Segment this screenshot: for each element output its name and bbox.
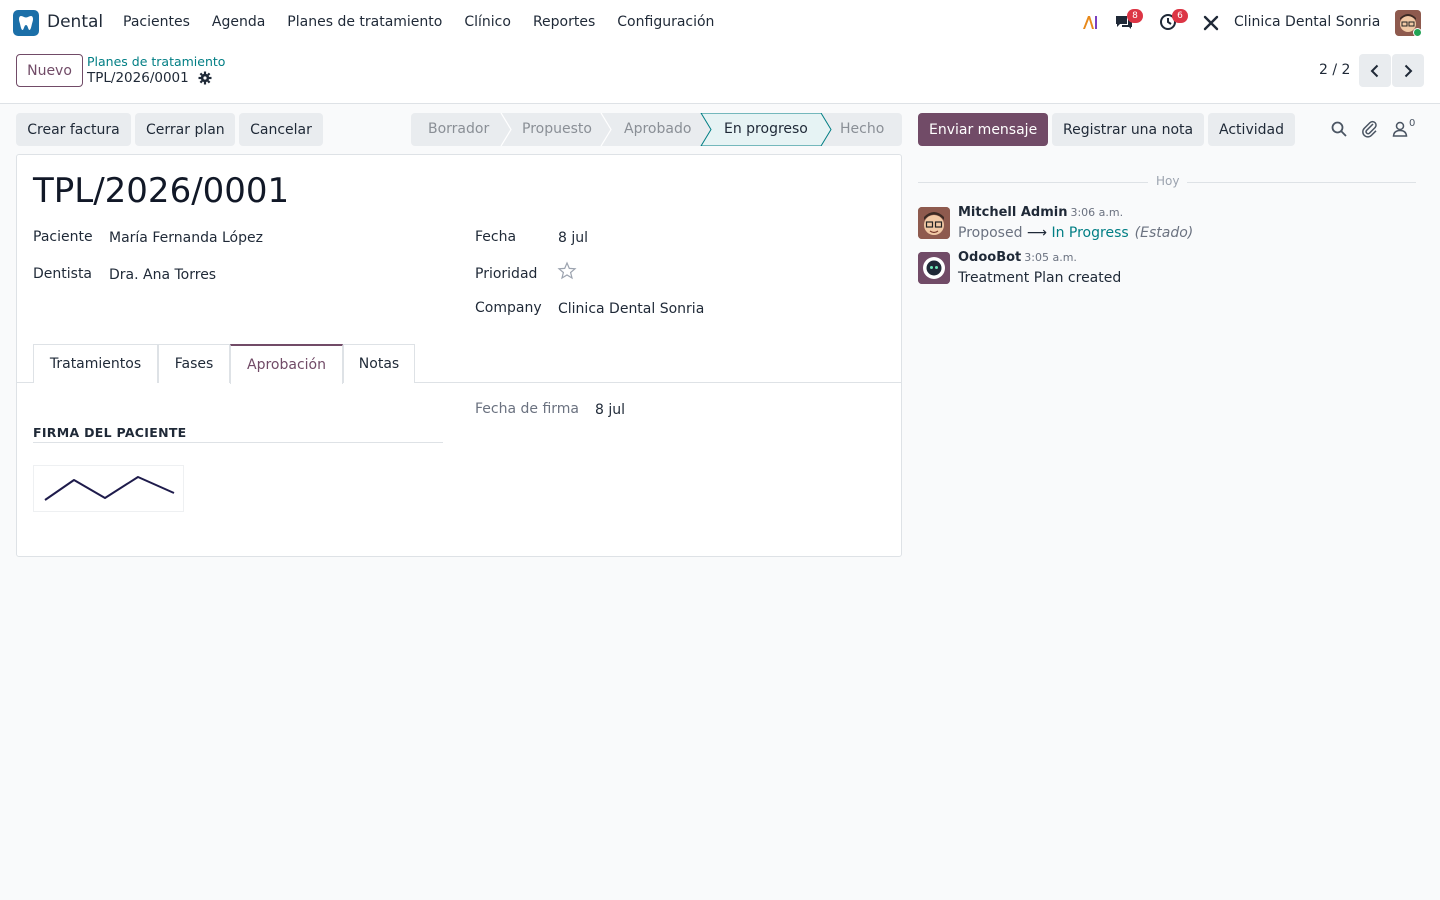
- company-field[interactable]: Clinica Dental Sonria: [558, 301, 704, 317]
- send-message-button[interactable]: Enviar mensaje: [918, 113, 1048, 146]
- message-author[interactable]: OdooBot 3:05 a.m.: [958, 250, 1077, 265]
- pager-value[interactable]: 2 / 2: [1319, 62, 1350, 78]
- breadcrumb-parent[interactable]: Planes de tratamiento: [87, 54, 225, 69]
- dentist-field[interactable]: Dra. Ana Torres: [109, 267, 216, 283]
- stage-hecho[interactable]: Hecho: [840, 113, 884, 146]
- create-invoice-button[interactable]: Crear factura: [16, 113, 131, 146]
- chat-icon[interactable]: 8: [1114, 9, 1143, 36]
- tools-icon[interactable]: [1202, 14, 1220, 36]
- main-menu: Pacientes Agenda Planes de tratamiento C…: [123, 14, 736, 30]
- pager-next-button[interactable]: [1392, 54, 1424, 87]
- search-icon[interactable]: [1330, 120, 1348, 142]
- stage-propuesto[interactable]: Propuesto: [522, 113, 592, 146]
- date-field[interactable]: 8 jul: [558, 230, 588, 246]
- followers-count: 0: [1409, 118, 1416, 129]
- activity-button[interactable]: Actividad: [1208, 113, 1295, 146]
- pager-previous-button[interactable]: [1359, 54, 1391, 87]
- tab-aprobacion[interactable]: Aprobación: [230, 344, 343, 384]
- signature-date-field[interactable]: 8 jul: [595, 402, 625, 418]
- top-navbar: Dental Pacientes Agenda Planes de tratam…: [0, 0, 1440, 46]
- chevron-left-icon: [1370, 64, 1379, 77]
- tracking-message: Proposed ⟶ In Progress (Estado): [958, 225, 1193, 241]
- tracking-arrow-icon: ⟶: [1026, 225, 1047, 241]
- control-panel: Nuevo Planes de tratamiento TPL/2026/000…: [0, 46, 1440, 104]
- breadcrumb-current: TPL/2026/0001: [87, 70, 189, 86]
- message-time: 3:06 a.m.: [1070, 206, 1124, 219]
- message-time: 3:05 a.m.: [1024, 251, 1077, 264]
- menu-item-pacientes[interactable]: Pacientes: [123, 14, 190, 30]
- menu-item-clinico[interactable]: Clínico: [464, 14, 511, 30]
- patient-signature[interactable]: [33, 465, 184, 512]
- followers-icon[interactable]: [1392, 120, 1408, 142]
- paperclip-icon[interactable]: [1361, 120, 1379, 142]
- status-bar: Borrador Propuesto Aprobado En progreso …: [411, 113, 902, 146]
- message-avatar[interactable]: [918, 207, 950, 239]
- stage-aprobado[interactable]: Aprobado: [624, 113, 691, 146]
- menu-item-agenda[interactable]: Agenda: [212, 14, 265, 30]
- tooth-icon[interactable]: [13, 10, 39, 36]
- signature-section-title: FIRMA DEL PACIENTE: [33, 425, 187, 440]
- signature-date-label: Fecha de firma: [475, 401, 579, 417]
- message-body: Treatment Plan created: [958, 270, 1122, 286]
- online-status-dot: [1413, 28, 1422, 37]
- app-name[interactable]: Dental: [47, 12, 103, 32]
- menu-item-reportes[interactable]: Reportes: [533, 14, 595, 30]
- patient-label: Paciente: [33, 229, 93, 245]
- tab-fases[interactable]: Fases: [158, 344, 230, 383]
- patient-field[interactable]: María Fernanda López: [109, 230, 263, 246]
- form-sheet: TPL/2026/0001 Paciente María Fernanda Ló…: [16, 154, 902, 557]
- tracking-field-name: (Estado): [1134, 225, 1194, 241]
- stage-en-progreso[interactable]: En progreso: [724, 113, 808, 146]
- activity-clock-icon[interactable]: 6: [1159, 9, 1188, 36]
- activities-badge: 6: [1172, 9, 1188, 23]
- message-author[interactable]: Mitchell Admin 3:06 a.m.: [958, 205, 1123, 220]
- tracking-new-value: In Progress: [1051, 225, 1129, 241]
- ai-icon[interactable]: [1081, 12, 1101, 36]
- today-label: Hoy: [1148, 174, 1188, 188]
- company-switcher[interactable]: Clinica Dental Sonria: [1234, 14, 1380, 30]
- tab-tratamientos[interactable]: Tratamientos: [33, 344, 158, 383]
- tracking-old-value: Proposed: [958, 225, 1023, 241]
- menu-item-planes[interactable]: Planes de tratamiento: [287, 14, 442, 30]
- signature-section-divider: [33, 442, 443, 443]
- chevron-right-icon: [1404, 64, 1413, 77]
- gear-icon[interactable]: [198, 71, 212, 85]
- new-button[interactable]: Nuevo: [16, 54, 83, 87]
- record-title: TPL/2026/0001: [33, 171, 290, 211]
- priority-star-icon[interactable]: [557, 261, 577, 285]
- date-label: Fecha: [475, 229, 517, 245]
- dentist-label: Dentista: [33, 266, 93, 282]
- log-note-button[interactable]: Registrar una nota: [1052, 113, 1204, 146]
- stage-borrador[interactable]: Borrador: [428, 113, 489, 146]
- company-label: Company: [475, 300, 542, 316]
- message-author-name[interactable]: Mitchell Admin: [958, 205, 1067, 220]
- messages-badge: 8: [1127, 9, 1143, 23]
- close-plan-button[interactable]: Cerrar plan: [135, 113, 235, 146]
- priority-label: Prioridad: [475, 266, 538, 282]
- cancel-button[interactable]: Cancelar: [239, 113, 323, 146]
- tab-notas[interactable]: Notas: [343, 344, 415, 383]
- odoobot-avatar[interactable]: [918, 252, 950, 284]
- menu-item-configuracion[interactable]: Configuración: [617, 14, 714, 30]
- message-author-name[interactable]: OdooBot: [958, 250, 1021, 265]
